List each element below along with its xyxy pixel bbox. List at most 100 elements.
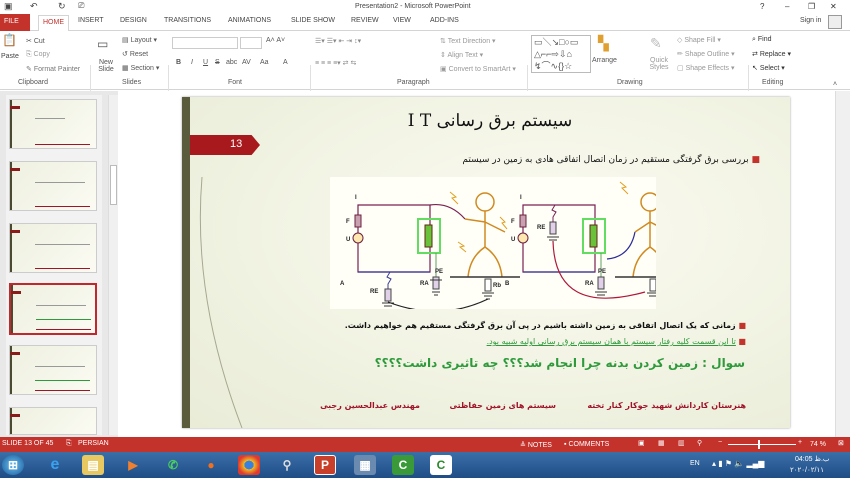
font-name-select[interactable]: [172, 37, 238, 49]
tab-insert[interactable]: INSERT: [78, 17, 104, 24]
strikethrough-button[interactable]: S: [215, 59, 220, 66]
align-text-button[interactable]: ⇕ Align Text ▾: [440, 51, 483, 59]
underline-button[interactable]: U: [203, 59, 208, 66]
slide[interactable]: 13 سیستم برق رسانی I T ■ بررسی برق گرفتگ…: [182, 97, 790, 428]
layout-button[interactable]: ▤ Layout ▾: [122, 36, 157, 44]
section-button[interactable]: ▦ Section ▾: [122, 64, 159, 72]
arrange-icon[interactable]: ▚: [598, 35, 609, 52]
restore-button[interactable]: ❐: [808, 2, 815, 11]
bold-button[interactable]: B: [176, 59, 181, 66]
convert-smartart-button[interactable]: ▣ Convert to SmartArt ▾: [440, 65, 516, 73]
tab-transitions[interactable]: TRANSITIONS: [164, 17, 211, 24]
change-case-button[interactable]: Aa: [260, 59, 269, 66]
avatar[interactable]: [828, 15, 842, 29]
redo-icon[interactable]: ↻: [58, 1, 66, 12]
camtasia-icon[interactable]: C: [392, 455, 414, 475]
footer-author[interactable]: مهندس عبدالحسین رجبی: [320, 401, 420, 410]
shadow-button[interactable]: abc: [226, 59, 237, 66]
bullet-1[interactable]: ■ بررسی برق گرفتگی مستقیم در زمان اتصال …: [462, 155, 760, 165]
reset-button[interactable]: ↺ Reset: [122, 50, 148, 58]
quick-styles-icon[interactable]: ✎: [650, 35, 662, 52]
slide-thumbnail[interactable]: [9, 407, 97, 435]
firefox-icon[interactable]: ●: [200, 455, 222, 475]
slide-thumbnail[interactable]: [9, 161, 97, 211]
tab-add-ins[interactable]: ADD-INS: [430, 17, 459, 24]
explorer-icon[interactable]: ▤: [82, 455, 104, 475]
circuit-diagram[interactable]: I F U RE RA PE Rb A I F U RE RA PE B: [330, 177, 656, 309]
fit-slide-icon[interactable]: ⊠: [838, 439, 844, 447]
notes-button[interactable]: ≜ NOTES: [520, 441, 552, 449]
select-button[interactable]: ↖ Select ▾: [752, 64, 785, 72]
quick-styles-button[interactable]: Quick Styles: [647, 57, 671, 71]
slide-thumbnail[interactable]: [9, 345, 97, 395]
slide-thumbnail-selected[interactable]: [9, 283, 97, 335]
slide-thumbnails-panel[interactable]: [6, 95, 102, 435]
new-slide-icon[interactable]: ▭: [97, 37, 108, 51]
close-button[interactable]: ✕: [830, 2, 837, 11]
tab-animations[interactable]: ANIMATIONS: [228, 17, 271, 24]
powerpoint-icon[interactable]: P: [314, 455, 336, 475]
shape-fill-button[interactable]: ◇ Shape Fill ▾: [677, 36, 721, 44]
font-size-select[interactable]: [240, 37, 262, 49]
question-text[interactable]: سوال : زمین کردن بدنه چرا انجام شد؟؟؟ چه…: [375, 356, 745, 370]
font-color-button[interactable]: A: [283, 59, 288, 66]
clock-date[interactable]: ۲۰۲۰/۰۲/۱۱: [790, 466, 824, 474]
zoom-slider-thumb[interactable]: [758, 440, 760, 449]
paste-button[interactable]: Paste: [1, 53, 19, 60]
camtasia-recorder-icon[interactable]: C: [430, 455, 452, 475]
chrome-icon[interactable]: [238, 455, 260, 475]
tab-view[interactable]: VIEW: [393, 17, 411, 24]
copy-button[interactable]: ⎘ Copy: [26, 51, 50, 59]
zoom-slider[interactable]: − +: [718, 439, 806, 449]
zoom-level[interactable]: 74 %: [810, 441, 826, 448]
char-spacing-button[interactable]: AV: [242, 59, 251, 66]
media-player-icon[interactable]: ▶: [122, 455, 144, 475]
slide-sorter-icon[interactable]: ▦: [658, 439, 665, 447]
find-button[interactable]: ⌕ Find: [752, 36, 772, 44]
normal-view-icon[interactable]: ▣: [638, 439, 645, 447]
cut-button[interactable]: ✂ Cut: [26, 37, 45, 45]
slide-thumbnail[interactable]: [9, 223, 97, 273]
reading-view-icon[interactable]: ▥: [678, 439, 685, 447]
language-indicator[interactable]: PERSIAN: [78, 440, 109, 447]
format-painter-button[interactable]: ✎ Format Painter: [26, 65, 80, 73]
ie-icon[interactable]: e: [44, 455, 66, 475]
bullet-3[interactable]: ■ تا این قسمت کلیه رفتار سیستم با همان س…: [487, 337, 746, 346]
comments-button[interactable]: ▪ COMMENTS: [564, 441, 609, 448]
tab-design[interactable]: DESIGN: [120, 17, 147, 24]
shape-outline-button[interactable]: ✏ Shape Outline ▾: [677, 50, 735, 58]
slide-title[interactable]: سیستم برق رسانی I T: [390, 111, 590, 131]
new-slide-button[interactable]: New Slide: [94, 59, 118, 73]
tab-file[interactable]: FILE: [0, 14, 30, 31]
clock-time[interactable]: 04:05 ب.ظ: [795, 455, 829, 463]
start-button[interactable]: ⊞: [2, 455, 24, 475]
arrange-button[interactable]: Arrange: [592, 57, 617, 64]
text-direction-button[interactable]: ⇅ Text Direction ▾: [440, 37, 496, 45]
paste-icon[interactable]: 📋: [2, 33, 17, 47]
tab-slide-show[interactable]: SLIDE SHOW: [291, 17, 335, 24]
footer-topic[interactable]: سیستم های زمین حفاظتی: [450, 401, 557, 410]
italic-button[interactable]: I: [191, 59, 193, 66]
tab-home[interactable]: HOME: [38, 15, 69, 31]
undo-icon[interactable]: ↶: [30, 1, 38, 12]
shape-effects-button[interactable]: ▢ Shape Effects ▾: [677, 64, 735, 72]
slideshow-icon[interactable]: ⎚: [78, 1, 84, 11]
shapes-gallery[interactable]: ▭＼↘□○▭ △⌐⌐⇨⇩⌂ ↯⌒∿{}☆: [531, 35, 591, 73]
list-buttons[interactable]: ☰▾ ☰▾ ⇤ ⇥ ↕▾: [315, 37, 361, 45]
tray-icons[interactable]: ▴ ▮ ⚑ 🔈 ▂▄▆: [712, 459, 764, 468]
help-button[interactable]: ?: [760, 2, 764, 11]
minimize-button[interactable]: –: [785, 2, 789, 11]
replace-button[interactable]: ⇄ Replace ▾: [752, 50, 791, 58]
slide-thumbnail[interactable]: [9, 99, 97, 149]
save-icon[interactable]: ▣: [4, 1, 13, 12]
tab-review[interactable]: REVIEW: [351, 17, 379, 24]
sign-in-link[interactable]: Sign in: [800, 17, 821, 24]
font-grow-shrink[interactable]: A˄ A˅: [266, 37, 285, 44]
bullet-2[interactable]: ■ زمانی که یک اتصال اتفاقی به زمین داشته…: [345, 321, 746, 330]
language-tray[interactable]: EN: [690, 460, 700, 467]
scrollbar-thumb[interactable]: [110, 165, 117, 205]
calculator-icon[interactable]: ▦: [354, 455, 376, 475]
slide-scrollbar[interactable]: [835, 91, 850, 437]
align-buttons[interactable]: ≡ ≡ ≡ ≡▾ ⇄ ⇆: [315, 59, 356, 67]
slideshow-view-icon[interactable]: ⚲: [697, 439, 702, 447]
